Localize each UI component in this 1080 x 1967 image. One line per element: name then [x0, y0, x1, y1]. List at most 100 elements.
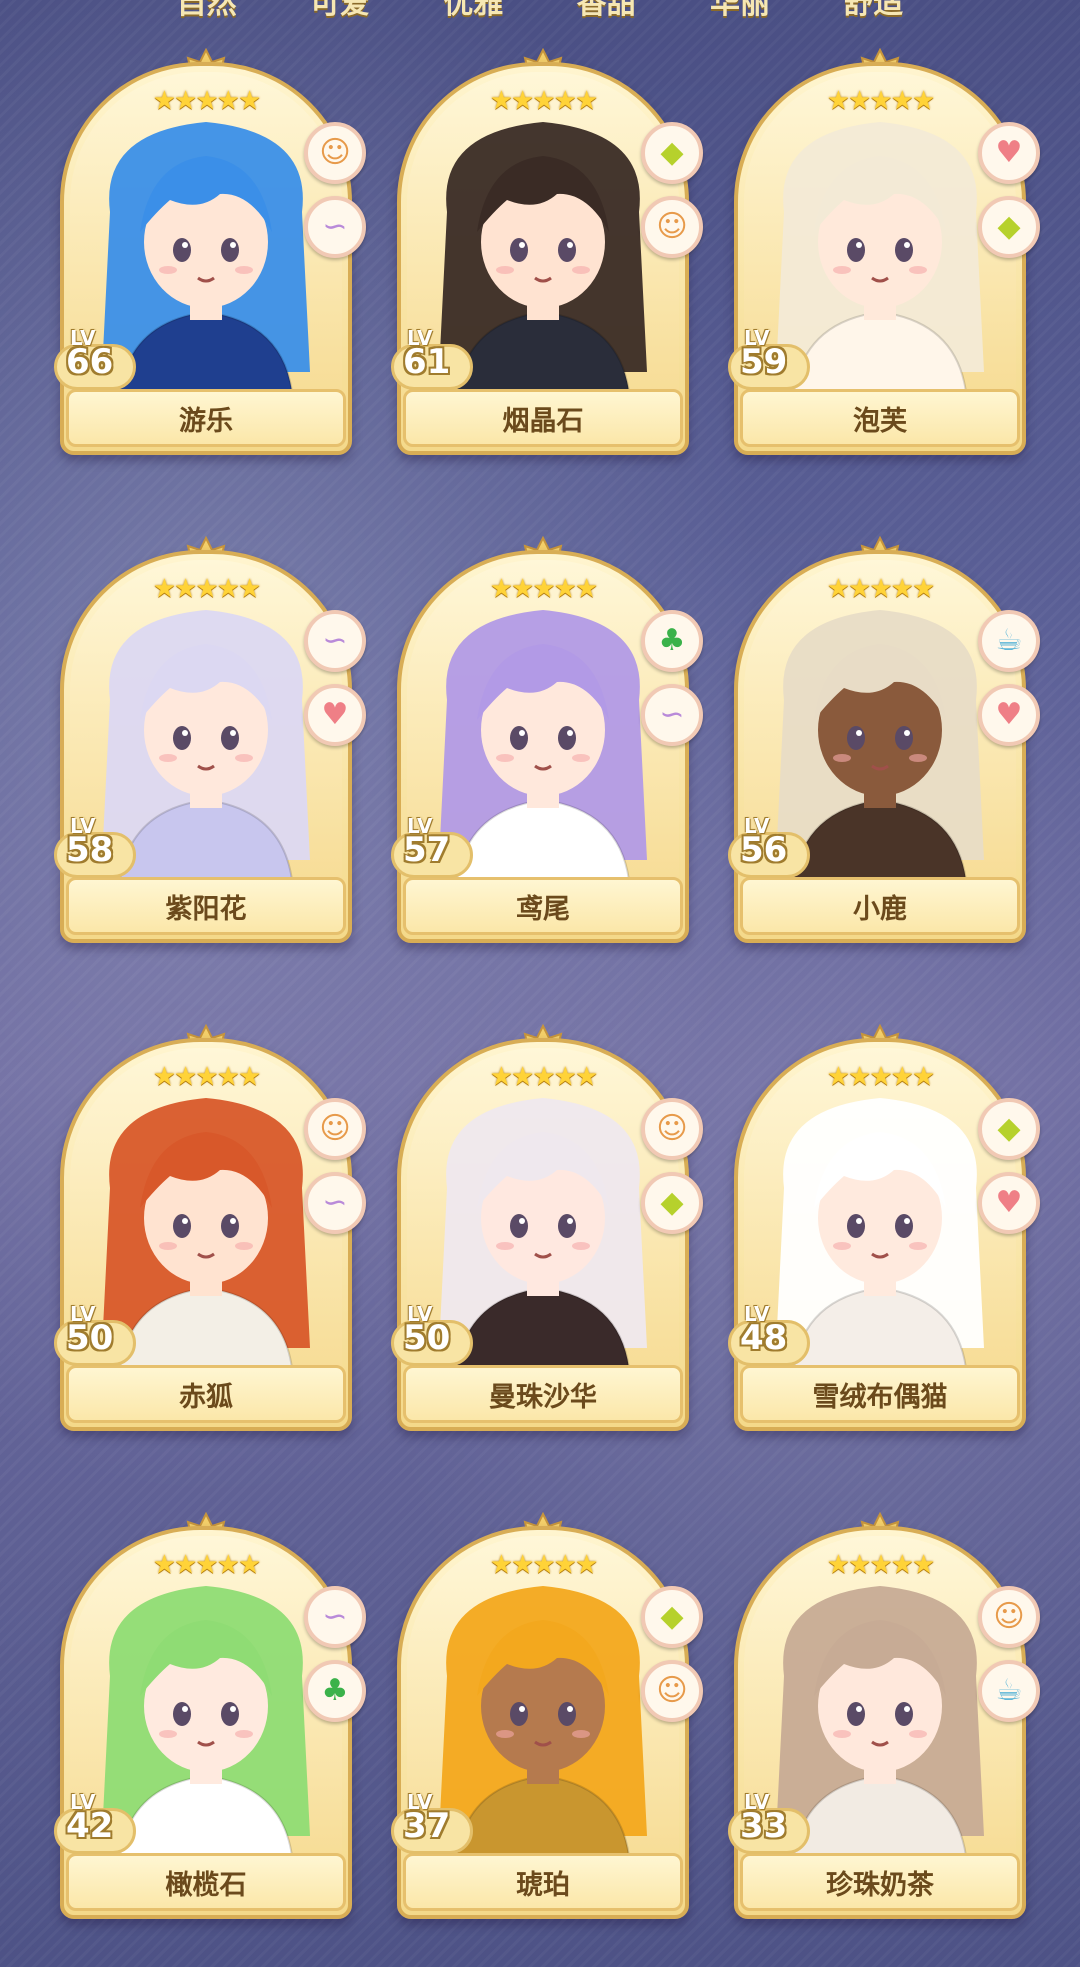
character-name: 雪绒布偶猫 [740, 1365, 1020, 1423]
cup-icon: ☕ [978, 610, 1040, 672]
star-rating: ★★★★★ [489, 86, 599, 116]
character-card[interactable]: ★★★★★ ☺ ◆ LV 50 曼珠沙华 [391, 1024, 703, 1431]
level-badge: LV 33 [728, 1790, 810, 1854]
character-card[interactable]: ★★★★★ ∽ ♥ LV 58 紫阳花 [54, 536, 366, 943]
gem-icon: ◆ [641, 1586, 703, 1648]
character-card[interactable]: ★★★★★ ♥ ◆ LV 59 泡芙 [728, 48, 1040, 455]
clover-icon: ♣ [641, 610, 703, 672]
star-rating: ★★★★★ [826, 574, 936, 604]
gem-icon: ◆ [978, 196, 1040, 258]
trait-badges: ♣ ∽ [641, 610, 703, 746]
character-name: 游乐 [66, 389, 346, 447]
star-rating: ★★★★★ [152, 1550, 262, 1580]
character-card[interactable]: ★★★★★ ♣ ∽ LV 57 鸢尾 [391, 536, 703, 943]
level-value: 33 [740, 1806, 788, 1846]
level-badge: LV 57 [391, 814, 473, 878]
character-card[interactable]: ★★★★★ ☺ ∽ LV 50 赤狐 [54, 1024, 366, 1431]
level-value: 58 [66, 830, 114, 870]
level-value: 61 [403, 342, 451, 382]
trait-badges: ☺ ∽ [304, 1098, 366, 1234]
star-rating: ★★★★★ [152, 86, 262, 116]
level-value: 59 [740, 342, 788, 382]
heart-icon: ♥ [304, 684, 366, 746]
character-name: 鸢尾 [403, 877, 683, 935]
clover-icon: ♣ [304, 1660, 366, 1722]
level-value: 48 [740, 1318, 788, 1358]
level-badge: LV 37 [391, 1790, 473, 1854]
character-card[interactable]: ★★★★★ ☺ ∽ LV 66 游乐 [54, 48, 366, 455]
level-badge: LV 59 [728, 326, 810, 390]
character-name: 曼珠沙华 [403, 1365, 683, 1423]
character-name: 赤狐 [66, 1365, 346, 1423]
character-grid: ★★★★★ ☺ ∽ LV 66 游乐 ★★★★★ ◆ ☺ LV 61 烟晶石 ★… [54, 48, 1040, 1919]
face-icon: ☺ [641, 1660, 703, 1722]
character-name: 紫阳花 [66, 877, 346, 935]
trait-badges: ◆ ☺ [641, 1586, 703, 1722]
tab-cute[interactable]: 可爱 [310, 0, 370, 21]
character-name: 泡芙 [740, 389, 1020, 447]
level-badge: LV 66 [54, 326, 136, 390]
trait-badges: ♥ ◆ [978, 122, 1040, 258]
character-name: 橄榄石 [66, 1853, 346, 1911]
star-rating: ★★★★★ [489, 1062, 599, 1092]
gem-icon: ◆ [978, 1098, 1040, 1160]
star-rating: ★★★★★ [826, 86, 936, 116]
level-badge: LV 50 [54, 1302, 136, 1366]
trait-badges: ∽ ♥ [304, 610, 366, 746]
trait-badges: ☺ ☕ [978, 1586, 1040, 1722]
level-value: 50 [66, 1318, 114, 1358]
level-badge: LV 61 [391, 326, 473, 390]
level-value: 57 [403, 830, 451, 870]
level-value: 50 [403, 1318, 451, 1358]
swan-icon: ∽ [304, 610, 366, 672]
star-rating: ★★★★★ [152, 574, 262, 604]
level-value: 66 [66, 342, 114, 382]
character-card[interactable]: ★★★★★ ◆ ♥ LV 48 雪绒布偶猫 [728, 1024, 1040, 1431]
character-name: 小鹿 [740, 877, 1020, 935]
level-badge: LV 42 [54, 1790, 136, 1854]
character-card[interactable]: ★★★★★ ☺ ☕ LV 33 珍珠奶茶 [728, 1512, 1040, 1919]
category-tabs: 自然 可爱 优雅 香甜 华丽 舒适 [0, 0, 1080, 21]
level-badge: LV 50 [391, 1302, 473, 1366]
star-rating: ★★★★★ [826, 1062, 936, 1092]
trait-badges: ☺ ∽ [304, 122, 366, 258]
face-icon: ☺ [641, 1098, 703, 1160]
tab-elegant[interactable]: 优雅 [443, 0, 503, 21]
star-rating: ★★★★★ [152, 1062, 262, 1092]
character-card[interactable]: ★★★★★ ◆ ☺ LV 37 琥珀 [391, 1512, 703, 1919]
star-rating: ★★★★★ [826, 1550, 936, 1580]
tab-natural[interactable]: 自然 [177, 0, 237, 21]
swan-icon: ∽ [641, 684, 703, 746]
face-icon: ☺ [304, 122, 366, 184]
tab-sweet[interactable]: 香甜 [577, 0, 637, 21]
trait-badges: ∽ ♣ [304, 1586, 366, 1722]
star-rating: ★★★★★ [489, 1550, 599, 1580]
level-value: 56 [740, 830, 788, 870]
character-name: 琥珀 [403, 1853, 683, 1911]
gem-icon: ◆ [641, 1172, 703, 1234]
tab-gorgeous[interactable]: 华丽 [710, 0, 770, 21]
heart-icon: ♥ [978, 684, 1040, 746]
cup-icon: ☕ [978, 1660, 1040, 1722]
character-card[interactable]: ★★★★★ ◆ ☺ LV 61 烟晶石 [391, 48, 703, 455]
star-rating: ★★★★★ [489, 574, 599, 604]
swan-icon: ∽ [304, 196, 366, 258]
level-badge: LV 48 [728, 1302, 810, 1366]
tab-comfy[interactable]: 舒适 [843, 0, 903, 21]
trait-badges: ◆ ☺ [641, 122, 703, 258]
character-name: 珍珠奶茶 [740, 1853, 1020, 1911]
trait-badges: ☕ ♥ [978, 610, 1040, 746]
level-badge: LV 56 [728, 814, 810, 878]
heart-icon: ♥ [978, 122, 1040, 184]
face-icon: ☺ [978, 1586, 1040, 1648]
gem-icon: ◆ [641, 122, 703, 184]
swan-icon: ∽ [304, 1172, 366, 1234]
swan-icon: ∽ [304, 1586, 366, 1648]
character-card[interactable]: ★★★★★ ☕ ♥ LV 56 小鹿 [728, 536, 1040, 943]
character-name: 烟晶石 [403, 389, 683, 447]
face-icon: ☺ [304, 1098, 366, 1160]
level-value: 37 [403, 1806, 451, 1846]
heart-icon: ♥ [978, 1172, 1040, 1234]
level-badge: LV 58 [54, 814, 136, 878]
character-card[interactable]: ★★★★★ ∽ ♣ LV 42 橄榄石 [54, 1512, 366, 1919]
